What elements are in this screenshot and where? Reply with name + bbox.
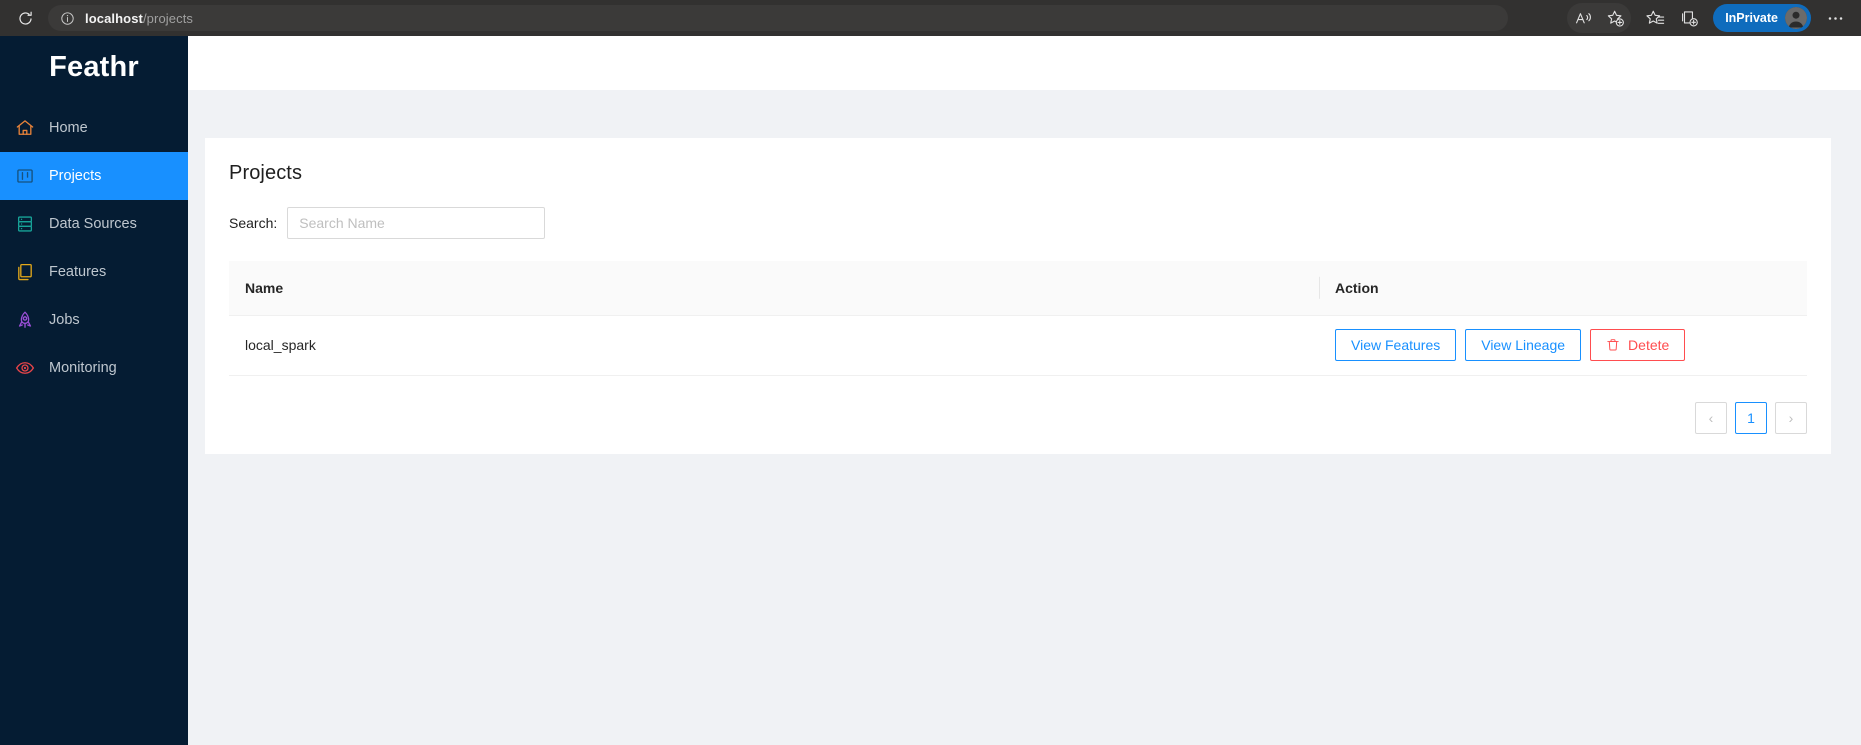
read-aloud-icon[interactable] <box>1567 3 1599 33</box>
page-title: Projects <box>229 162 303 184</box>
content-body: Projects Search: Name Action local_spark <box>188 90 1861 745</box>
sidebar-item-jobs[interactable]: Jobs <box>0 296 188 344</box>
inprivate-badge[interactable]: InPrivate <box>1713 4 1811 32</box>
features-icon <box>14 261 36 283</box>
sidebar-item-home[interactable]: Home <box>0 104 188 152</box>
home-icon <box>14 117 36 139</box>
table-body: local_spark View Features View Lineage D… <box>229 315 1807 376</box>
reload-icon[interactable] <box>10 3 40 33</box>
sidebar-item-data-sources[interactable]: Data Sources <box>0 200 188 248</box>
address-host: localhost <box>85 10 143 26</box>
projects-card: Projects Search: Name Action local_spark <box>205 138 1831 454</box>
eye-icon <box>14 357 36 379</box>
table-header-row: Name Action <box>229 261 1807 316</box>
browser-toolbar: localhost/projects InPrivate <box>0 0 1861 36</box>
projects-icon <box>14 165 36 187</box>
brand-logo[interactable]: Feathr <box>0 36 188 98</box>
row-action-buttons: View Features View Lineage Detete <box>1335 329 1791 361</box>
sidebar-item-monitoring[interactable]: Monitoring <box>0 344 188 392</box>
view-features-button[interactable]: View Features <box>1335 329 1457 361</box>
pagination-next-button[interactable]: › <box>1775 401 1807 434</box>
sidebar-item-label: Data Sources <box>49 216 137 232</box>
address-path: /projects <box>142 10 193 26</box>
more-options-icon[interactable] <box>1819 3 1851 33</box>
sidebar-item-label: Projects <box>49 168 102 184</box>
delete-button[interactable]: Detete <box>1590 329 1686 361</box>
sidebar-item-label: Features <box>49 264 107 280</box>
pagination-page-1[interactable]: 1 <box>1735 401 1767 434</box>
inprivate-label: InPrivate <box>1725 11 1778 25</box>
collections-icon[interactable] <box>1673 3 1705 33</box>
pagination-prev-button[interactable]: ‹ <box>1695 401 1727 434</box>
sidebar-menu: Home Projects Data Sources Features Jobs… <box>0 104 188 392</box>
sidebar: Feathr Home Projects Data Sources Featur… <box>0 36 188 745</box>
column-header-name[interactable]: Name <box>229 261 1319 316</box>
column-header-action[interactable]: Action <box>1319 261 1807 316</box>
toolbar-pill-group <box>1567 3 1632 33</box>
rocket-icon <box>14 309 36 331</box>
favorites-icon[interactable] <box>1639 3 1671 33</box>
sidebar-item-label: Monitoring <box>49 360 117 376</box>
cell-actions: View Features View Lineage Detete <box>1319 315 1807 376</box>
add-favorite-icon[interactable] <box>1599 3 1631 33</box>
browser-toolbar-right: InPrivate <box>1567 3 1851 33</box>
search-label: Search: <box>229 215 278 231</box>
view-lineage-button[interactable]: View Lineage <box>1465 329 1582 361</box>
app-root: Feathr Home Projects Data Sources Featur… <box>0 36 1861 745</box>
address-text: localhost/projects <box>85 11 193 26</box>
content-header-band <box>188 36 1861 90</box>
sidebar-item-features[interactable]: Features <box>0 248 188 296</box>
avatar-icon[interactable] <box>1785 7 1807 29</box>
search-input[interactable] <box>287 207 546 239</box>
sidebar-item-label: Home <box>49 120 88 136</box>
database-icon <box>14 213 36 235</box>
search-row: Search: <box>229 207 1807 239</box>
projects-table: Name Action local_spark View Features Vi… <box>229 261 1807 376</box>
table-header: Name Action <box>229 261 1807 316</box>
address-bar[interactable]: localhost/projects <box>48 5 1508 31</box>
pagination: ‹ 1 › <box>229 401 1807 434</box>
sidebar-item-label: Jobs <box>49 312 80 328</box>
cell-project-name: local_spark <box>229 315 1319 376</box>
sidebar-item-projects[interactable]: Projects <box>0 152 188 200</box>
site-info-icon[interactable] <box>58 9 76 27</box>
trash-icon <box>1606 338 1620 352</box>
delete-button-label: Detete <box>1628 337 1670 353</box>
table-row[interactable]: local_spark View Features View Lineage D… <box>229 315 1807 376</box>
